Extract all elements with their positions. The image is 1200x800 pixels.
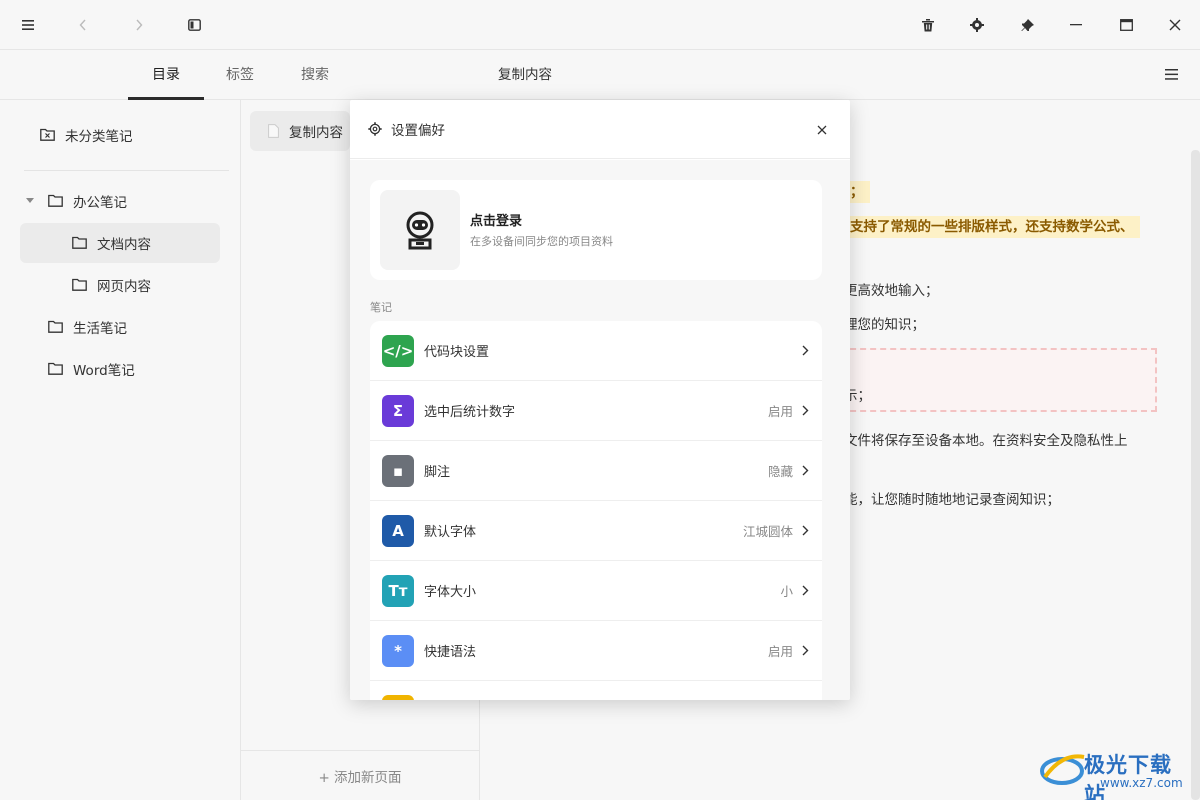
- sidebar-tabs: 目录 标签 搜索: [0, 50, 480, 100]
- back-icon[interactable]: [71, 13, 95, 37]
- settings-row-value: 隐藏: [767, 464, 793, 479]
- sidebar-item-label: 生活笔记: [73, 321, 127, 337]
- folder-icon: [72, 278, 88, 292]
- settings-row[interactable]: </> 代码块设置: [370, 321, 822, 381]
- content-header: 复制内容: [480, 50, 1200, 100]
- content-line-2: 支持了常规的一些排版样式，还支持数学公式、: [844, 215, 1140, 238]
- sidebar-item-label: 未分类笔记: [65, 129, 133, 145]
- settings-row[interactable]: * 快捷语法 启用: [370, 621, 822, 681]
- settings-row-label: 代码块设置: [424, 345, 490, 360]
- tab-search[interactable]: 搜索: [277, 50, 353, 100]
- dialog-title: 设置偏好: [391, 123, 445, 139]
- watermark-text: 极光下载站: [1084, 753, 1172, 800]
- settings-row-label: 选中后统计数字: [424, 405, 516, 420]
- title-bar: [0, 0, 1200, 50]
- font-icon: A: [382, 515, 414, 547]
- dialog-header: 设置偏好: [350, 100, 850, 159]
- settings-row-value: 小: [780, 584, 793, 599]
- chevron-right-icon: [798, 584, 812, 598]
- tab-tags[interactable]: 标签: [202, 50, 278, 100]
- dialog-close-icon[interactable]: [812, 120, 832, 140]
- tab-catalog[interactable]: 目录: [128, 50, 204, 100]
- folder-icon: [72, 236, 88, 250]
- page-item-copy-content[interactable]: 复制内容: [250, 111, 350, 151]
- settings-row-label: 脚注: [424, 465, 451, 480]
- caret-down-icon[interactable]: [26, 198, 38, 204]
- login-subtitle: 在多设备间同步您的项目资料: [470, 235, 613, 248]
- sigma-icon: Σ: [382, 395, 414, 427]
- asterisk-icon: *: [382, 635, 414, 667]
- sidebar-divider: [24, 170, 229, 171]
- forward-icon[interactable]: [127, 13, 151, 37]
- settings-row-label: 默认字体: [424, 525, 477, 540]
- minimize-icon[interactable]: [1064, 13, 1088, 37]
- avatar[interactable]: [380, 190, 460, 270]
- settings-row[interactable]: Σ 选中后统计数字 启用: [370, 381, 822, 441]
- sidebar: [0, 50, 240, 800]
- settings-row-value: 启用: [767, 644, 793, 659]
- login-card[interactable]: 点击登录 在多设备间同步您的项目资料: [370, 180, 822, 280]
- chevron-right-icon: [798, 404, 812, 418]
- content-line-6: 文件将保存至设备本地。在资料安全及隐私性上: [844, 433, 1128, 449]
- settings-row-value: 启用: [767, 404, 793, 419]
- sidebar-item-label: Word笔记: [73, 363, 135, 379]
- sidebar-item-life[interactable]: 生活笔记: [48, 307, 127, 347]
- maximize-icon[interactable]: [1114, 13, 1138, 37]
- settings-row-value: 江城圆体: [742, 524, 793, 539]
- dialog-body: 点击登录 在多设备间同步您的项目资料 笔记 </> 代码块设置 Σ 选中后统计数字 启用…: [350, 160, 850, 700]
- settings-list: </> 代码块设置 Σ 选中后统计数字 启用 ▪ 脚注 隐藏 A 默认字体 江城圆体 Tт 字体大小小 *…: [370, 321, 822, 700]
- settings-row[interactable]: A 默认字体 江城圆体: [370, 501, 822, 561]
- gear-icon: [368, 122, 382, 136]
- code-icon: </>: [382, 335, 414, 367]
- folder-icon: [48, 362, 64, 376]
- astronaut-icon: [406, 211, 434, 250]
- highlight-text: 支持了常规的一些排版样式，还支持数学公式、: [844, 216, 1140, 238]
- sidebar-item-label: 办公笔记: [73, 195, 127, 211]
- section-label: 笔记: [370, 301, 392, 314]
- sidebar-item-label: 文档内容: [97, 237, 151, 253]
- chevron-right-icon: [798, 524, 812, 538]
- sidebar-item-web[interactable]: 网页内容: [72, 265, 151, 305]
- page-title: 复制内容: [498, 67, 552, 83]
- watermark-logo: 极光下载站 www.xz7.com: [1040, 745, 1190, 800]
- preferences-dialog: 设置偏好 点击登录 在多设备间同步您的项目资料 笔记 </> 代码块设置 Σ 选中后统…: [350, 100, 850, 700]
- partial-icon: [382, 695, 414, 700]
- content-line-4: 理您的知识；: [844, 317, 925, 333]
- content-scrollbar[interactable]: [1191, 150, 1200, 800]
- page-item-label: 复制内容: [289, 125, 343, 141]
- uncategorized-folder-icon: [40, 128, 56, 142]
- watermark-url: www.xz7.com: [1100, 776, 1183, 790]
- settings-row[interactable]: Tт 字体大小 小: [370, 561, 822, 621]
- settings-row[interactable]: ▪ 脚注 隐藏: [370, 441, 822, 501]
- sidebar-item-label: 网页内容: [97, 279, 151, 295]
- footnote-icon: ▪: [382, 455, 414, 487]
- chevron-right-icon: [798, 464, 812, 478]
- page-icon: [268, 124, 279, 138]
- sidebar-item-docs[interactable]: 文档内容: [20, 223, 220, 263]
- content-line-7: 能，让您随时随地地记录查阅知识；: [844, 492, 1060, 508]
- close-icon[interactable]: [1163, 13, 1187, 37]
- font-size-icon: Tт: [382, 575, 414, 607]
- outline-menu-icon[interactable]: [1165, 69, 1178, 84]
- sidebar-toggle-icon[interactable]: [182, 13, 206, 37]
- add-page-button[interactable]: + 添加新页面: [241, 750, 479, 800]
- content-line-3: 更高效地输入；: [844, 283, 939, 299]
- settings-row-label: 快捷语法: [424, 645, 477, 660]
- pin-icon[interactable]: [1015, 13, 1039, 37]
- trash-icon[interactable]: [916, 13, 940, 37]
- settings-row[interactable]: [370, 681, 822, 700]
- sidebar-item-uncategorized[interactable]: 未分类笔记: [40, 115, 133, 155]
- menu-icon[interactable]: [16, 13, 40, 37]
- chevron-right-icon: [798, 344, 812, 358]
- gear-icon[interactable]: [965, 13, 989, 37]
- settings-row-label: 字体大小: [424, 585, 477, 600]
- sidebar-item-word[interactable]: Word笔记: [48, 349, 135, 389]
- chevron-right-icon: [798, 644, 812, 658]
- folder-icon: [48, 194, 64, 208]
- sidebar-item-office[interactable]: 办公笔记: [26, 181, 127, 221]
- folder-icon: [48, 320, 64, 334]
- login-title[interactable]: 点击登录: [470, 210, 522, 229]
